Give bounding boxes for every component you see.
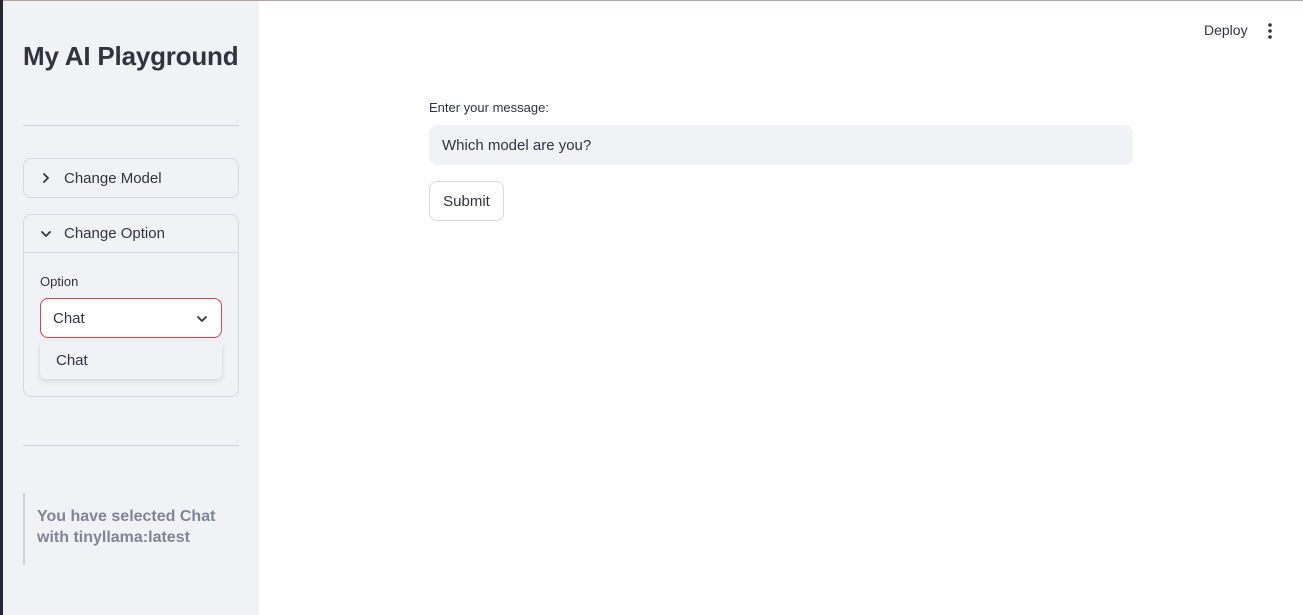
option-dropdown-item[interactable]: Chat (40, 341, 222, 379)
sidebar: My AI Playground Change Model Change Opt… (3, 1, 259, 615)
change-model-header[interactable]: Change Model (24, 159, 238, 197)
option-select[interactable]: Chat (40, 298, 222, 338)
chevron-right-icon (43, 173, 49, 183)
change-model-label: Change Model (64, 169, 162, 187)
chevron-down-icon (197, 316, 207, 322)
more-vertical-icon[interactable] (1262, 22, 1278, 40)
change-model-expander[interactable]: Change Model (23, 158, 239, 198)
sidebar-divider-bottom (23, 445, 239, 446)
change-option-expander[interactable]: Change Option Option Chat Chat (23, 214, 239, 397)
selection-info: You have selected Chat with tinyllama:la… (23, 493, 239, 565)
dropdown-item-label: Chat (56, 351, 88, 369)
message-label: Enter your message: (429, 100, 549, 115)
message-input[interactable]: Which model are you? (429, 125, 1133, 165)
deploy-button[interactable]: Deploy (1204, 22, 1248, 38)
submit-button[interactable]: Submit (429, 181, 504, 221)
change-option-label: Change Option (64, 225, 165, 242)
sidebar-divider-top (23, 125, 239, 126)
app-title: My AI Playground (23, 41, 239, 71)
option-selected-value: Chat (53, 309, 85, 327)
option-label: Option (40, 274, 79, 289)
change-option-header[interactable]: Change Option (24, 215, 238, 253)
chevron-down-icon (41, 230, 51, 237)
